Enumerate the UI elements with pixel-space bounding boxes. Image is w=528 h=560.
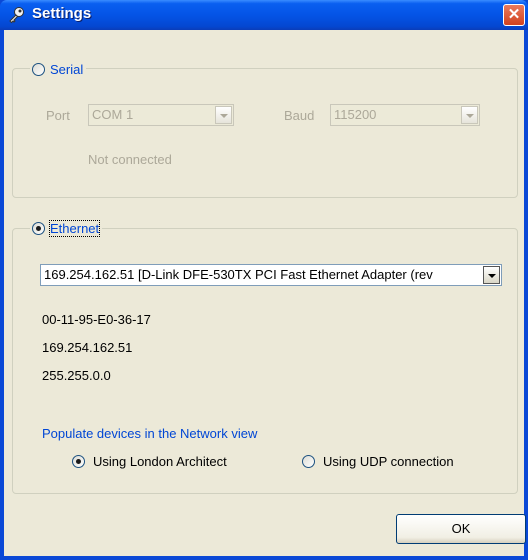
populate-label: Populate devices in the Network view (42, 426, 258, 441)
serial-status: Not connected (88, 152, 172, 167)
mac-address: 00-11-95-E0-36-17 (42, 312, 151, 327)
london-radio[interactable] (72, 455, 85, 468)
adapter-value: 169.254.162.51 [D-Link DFE-530TX PCI Fas… (44, 267, 433, 282)
udp-label: Using UDP connection (323, 454, 454, 469)
subnet-mask: 255.255.0.0 (42, 368, 111, 383)
baud-label: Baud (284, 108, 315, 123)
ok-button[interactable]: OK (396, 514, 526, 544)
ethernet-radio[interactable] (32, 221, 45, 235)
close-icon: ✕ (507, 6, 521, 23)
option-london-architect[interactable]: Using London Architect (72, 454, 227, 469)
port-value: COM 1 (92, 107, 134, 122)
ethernet-legend[interactable]: Ethernet (30, 219, 103, 237)
serial-radio[interactable] (32, 62, 45, 76)
ip-address: 169.254.162.51 (42, 340, 133, 355)
chevron-down-icon[interactable] (215, 106, 232, 124)
serial-label: Serial (50, 61, 84, 77)
london-label: Using London Architect (93, 454, 227, 469)
dialog-body: Serial Port COM 1 Baud 115200 Not connec… (4, 30, 526, 556)
close-button[interactable]: ✕ (503, 4, 525, 26)
option-udp[interactable]: Using UDP connection (302, 454, 454, 469)
port-label: Port (46, 108, 70, 123)
chevron-down-icon[interactable] (461, 106, 478, 124)
port-select[interactable]: COM 1 (88, 104, 234, 126)
baud-select[interactable]: 115200 (330, 104, 480, 126)
serial-group (12, 68, 518, 198)
ethernet-label: Ethernet (48, 219, 101, 237)
key-icon (9, 7, 24, 24)
chevron-down-icon[interactable] (483, 266, 500, 284)
title-bar[interactable]: Settings ✕ (0, 0, 528, 30)
udp-radio[interactable] (302, 455, 315, 468)
serial-legend[interactable]: Serial (30, 60, 87, 78)
adapter-select[interactable]: 169.254.162.51 [D-Link DFE-530TX PCI Fas… (40, 264, 502, 286)
baud-value: 115200 (334, 107, 377, 122)
window-title: Settings (32, 5, 92, 22)
settings-window: Settings ✕ Serial Port COM 1 Baud 115200… (0, 0, 528, 560)
